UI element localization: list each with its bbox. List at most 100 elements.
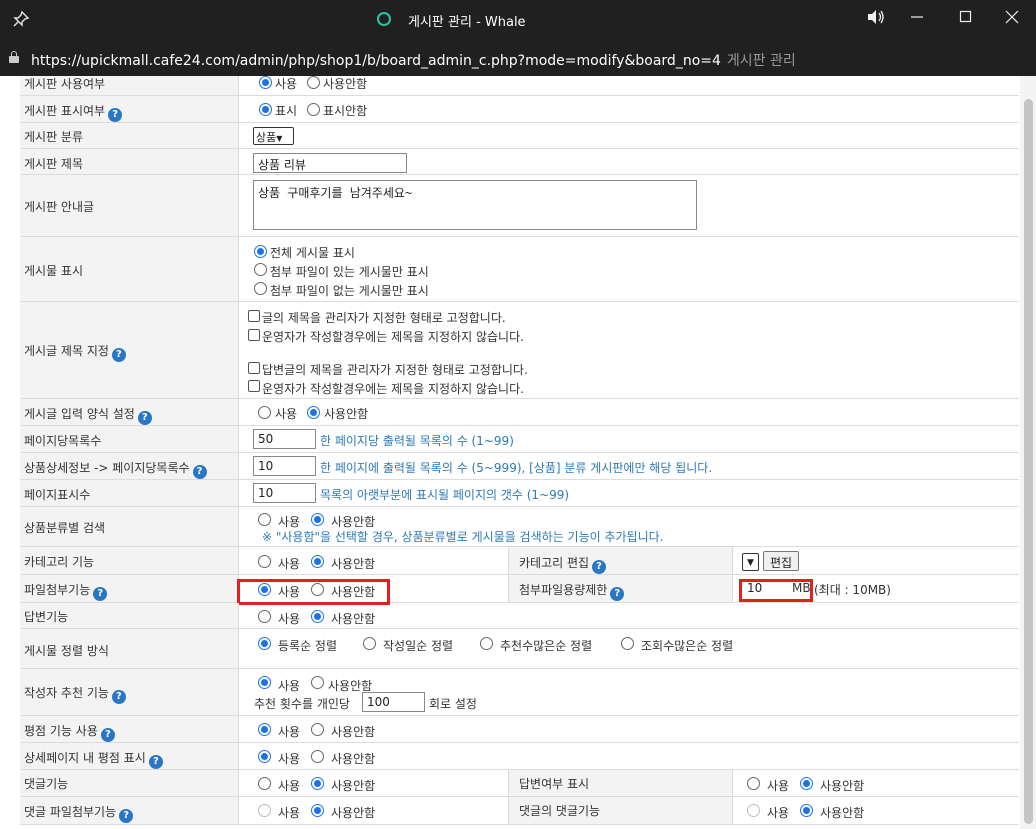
comment-radio-no[interactable] bbox=[311, 777, 324, 790]
help-icon[interactable]: ? bbox=[137, 411, 152, 425]
vertical-scrollbar[interactable] bbox=[1020, 76, 1036, 829]
help-icon[interactable]: ? bbox=[148, 755, 163, 769]
board-guide-textarea[interactable]: 상품 구매후기를 남겨주세요~ bbox=[253, 180, 697, 230]
recommend-count-input[interactable]: 100 bbox=[362, 692, 425, 712]
recommend-suffix: 회로 설정 bbox=[429, 697, 477, 711]
radio-label: 표시안함 bbox=[323, 104, 368, 118]
comment-attach-radio-no[interactable] bbox=[311, 804, 324, 817]
nested-comment-radio-yes[interactable] bbox=[747, 804, 760, 817]
post-display-radio-with-file[interactable] bbox=[254, 263, 267, 276]
scrollbar-thumb[interactable] bbox=[1024, 99, 1033, 824]
input-form-radio-no[interactable] bbox=[307, 406, 320, 419]
cat-search-radio-yes[interactable] bbox=[258, 513, 271, 526]
checkbox-label: 운영자가 작성할경우에는 제목을 지정하지 않습니다. bbox=[262, 330, 524, 344]
help-icon[interactable]: ? bbox=[111, 690, 126, 704]
minimize-icon[interactable] bbox=[910, 8, 924, 30]
radio-label: 사용 bbox=[278, 806, 301, 820]
speaker-icon[interactable] bbox=[866, 8, 886, 30]
input-form-radio-yes[interactable] bbox=[258, 406, 271, 419]
category-edit-button[interactable]: 편집 bbox=[763, 551, 800, 571]
row-category-feature: 카테고리 기능 사용 사용안함 카테고리 편집? ▼ 편집 bbox=[20, 547, 1019, 575]
close-icon[interactable] bbox=[1005, 8, 1019, 30]
comment-attach-radio-yes[interactable] bbox=[258, 804, 271, 817]
rating-radio-yes[interactable] bbox=[258, 723, 271, 736]
category-edit-select[interactable]: ▼ bbox=[742, 553, 759, 571]
row-board-use: 게시판 사용여부 사용 사용안함 bbox=[20, 76, 1019, 96]
max-size-label: (최대 : 10MB) bbox=[814, 583, 891, 597]
radio-label: 첨부 파일이 없는 게시물만 표시 bbox=[270, 284, 429, 298]
product-per-page-input[interactable]: 10 bbox=[253, 456, 316, 476]
post-display-radio-all[interactable] bbox=[254, 245, 267, 258]
row-label: 답변기능 bbox=[24, 610, 69, 624]
reply-radio-yes[interactable] bbox=[258, 610, 271, 623]
help-icon[interactable]: ? bbox=[119, 809, 134, 823]
row-label: 작성자 추천 기능? bbox=[24, 684, 126, 704]
post-display-radio-without-file[interactable] bbox=[254, 282, 267, 295]
display-radio-hide[interactable] bbox=[307, 103, 320, 116]
per-page-input[interactable]: 50 bbox=[253, 429, 316, 449]
maximize-icon[interactable] bbox=[959, 8, 973, 30]
address-bar: https://upickmall.cafe24.com/admin/php/s… bbox=[0, 40, 1036, 76]
row-label: 게시판 사용여부 bbox=[24, 77, 106, 91]
page-count-input[interactable]: 10 bbox=[253, 483, 316, 503]
help-icon[interactable]: ? bbox=[592, 560, 607, 574]
nested-comment-radio-no[interactable] bbox=[800, 804, 813, 817]
radio-label: 사용안함 bbox=[820, 806, 865, 820]
reply-status-radio-no[interactable] bbox=[800, 777, 813, 790]
reply-status-radio-yes[interactable] bbox=[747, 777, 760, 790]
sort-radio-registered[interactable] bbox=[258, 637, 271, 650]
radio-label: 사용 bbox=[767, 806, 790, 820]
radio-label: 사용 bbox=[275, 407, 298, 421]
row-label: 페이지표시수 bbox=[24, 488, 91, 502]
help-icon[interactable]: ? bbox=[93, 587, 108, 601]
sort-radio-views[interactable] bbox=[621, 637, 634, 650]
window-titlebar: 게시판 관리 - Whale bbox=[0, 0, 1036, 40]
radio-label: 표시 bbox=[275, 104, 298, 118]
radio-label: 작성일순 정렬 bbox=[383, 639, 454, 653]
help-icon[interactable]: ? bbox=[610, 587, 625, 601]
page-title: 게시판 관리 bbox=[726, 53, 796, 69]
help-text: 한 페이지에 출력될 목록의 수 (5~999), [상품] 분류 게시판에만 … bbox=[320, 461, 713, 475]
use-radio-yes[interactable] bbox=[259, 76, 272, 89]
radio-label: 사용안함 bbox=[331, 752, 376, 766]
cat-feature-radio-yes[interactable] bbox=[258, 555, 271, 568]
reply-title-fix-checkbox[interactable] bbox=[248, 362, 260, 374]
help-icon[interactable]: ? bbox=[100, 728, 115, 742]
display-radio-show[interactable] bbox=[259, 103, 272, 116]
reply-admin-title-skip-checkbox[interactable] bbox=[248, 380, 260, 392]
checkbox-label: 답변글의 제목을 관리자가 지정한 형태로 고정합니다. bbox=[262, 363, 528, 377]
highlight-attach-size bbox=[739, 579, 813, 602]
radio-label: 사용안함 bbox=[331, 806, 376, 820]
row-label: 첨부파일용량제한? bbox=[519, 581, 625, 601]
radio-label: 첨부 파일이 있는 게시물만 표시 bbox=[270, 265, 429, 279]
row-label: 상품상세정보 -> 페이지당목록수? bbox=[24, 459, 207, 479]
row-label: 게시글 입력 양식 설정? bbox=[24, 405, 152, 425]
help-icon[interactable]: ? bbox=[108, 108, 123, 122]
recommend-radio-yes[interactable] bbox=[258, 676, 271, 689]
help-icon[interactable]: ? bbox=[192, 465, 207, 479]
radio-label: 사용안함 bbox=[324, 407, 369, 421]
row-label: 댓글기능 bbox=[24, 777, 69, 791]
admin-title-skip-checkbox[interactable] bbox=[248, 329, 260, 341]
title-fix-checkbox[interactable] bbox=[248, 310, 260, 322]
pin-icon[interactable] bbox=[12, 10, 30, 28]
checkbox-label: 운영자가 작성할경우에는 제목을 지정하지 않습니다. bbox=[262, 382, 524, 396]
detail-rating-radio-yes[interactable] bbox=[258, 750, 271, 763]
recommend-radio-no[interactable] bbox=[311, 676, 324, 689]
reply-radio-no[interactable] bbox=[311, 610, 324, 623]
help-text: 한 페이지당 출력될 목록의 수 (1~99) bbox=[320, 434, 514, 448]
url-text[interactable]: https://upickmall.cafe24.com/admin/php/s… bbox=[31, 50, 796, 70]
help-icon[interactable]: ? bbox=[111, 348, 126, 362]
comment-radio-yes[interactable] bbox=[258, 777, 271, 790]
radio-label: 사용안함 bbox=[331, 779, 376, 793]
board-title-input[interactable]: 상품 리뷰 bbox=[253, 153, 407, 173]
cat-feature-radio-no[interactable] bbox=[311, 555, 324, 568]
sort-radio-date[interactable] bbox=[363, 637, 376, 650]
category-select[interactable]: 상품▼ bbox=[253, 127, 294, 145]
use-radio-no[interactable] bbox=[307, 76, 320, 89]
cat-search-radio-no[interactable] bbox=[311, 513, 324, 526]
sort-radio-recommend[interactable] bbox=[480, 637, 493, 650]
detail-rating-radio-no[interactable] bbox=[311, 750, 324, 763]
radio-label: 사용안함 bbox=[820, 779, 865, 793]
rating-radio-no[interactable] bbox=[311, 723, 324, 736]
